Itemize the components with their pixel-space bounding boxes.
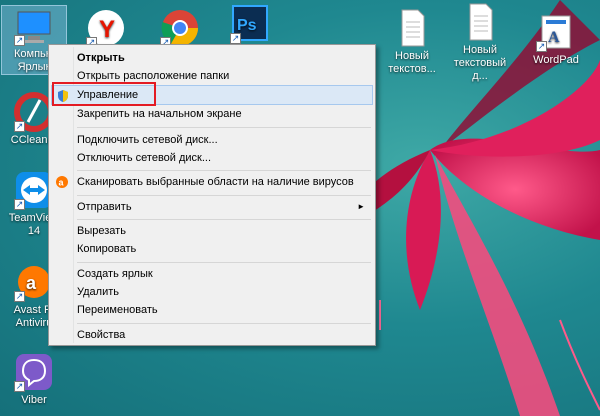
computer-icon: ↗ — [14, 6, 54, 46]
desktop-icon-text-document-1[interactable]: Новый текстов... — [380, 8, 444, 76]
menu-separator — [77, 170, 371, 171]
menu-item-cut[interactable]: Вырезать — [51, 221, 373, 241]
menu-item-copy[interactable]: Копировать — [51, 239, 373, 259]
viber-icon: ↗ — [14, 352, 54, 392]
menu-separator — [77, 323, 371, 324]
menu-item-pin-to-start[interactable]: Закрепить на начальном экране — [51, 104, 373, 124]
desktop-icon-viber[interactable]: ↗ Viber — [2, 352, 66, 407]
svg-text:A: A — [548, 29, 560, 46]
menu-item-create-shortcut[interactable]: Создать ярлык — [51, 264, 373, 284]
menu-item-properties[interactable]: Свойства — [51, 325, 373, 345]
photoshop-icon: Ps ↗ — [230, 4, 270, 44]
svg-text:Y: Y — [99, 16, 115, 43]
menu-separator — [77, 195, 371, 196]
avast-icon: a — [55, 175, 69, 189]
yandex-browser-icon: Y ↗ — [86, 8, 126, 48]
chrome-icon: ↗ — [160, 8, 200, 48]
desktop-icon-text-document-2[interactable]: Новый текстовый д... — [448, 2, 512, 83]
menu-item-delete[interactable]: Удалить — [51, 282, 373, 302]
svg-text:a: a — [26, 273, 37, 293]
menu-item-send-to[interactable]: Отправить ► — [51, 197, 373, 217]
wordpad-icon: A ↗ — [536, 12, 576, 52]
menu-item-map-network-drive[interactable]: Подключить сетевой диск... — [51, 130, 373, 150]
desktop: ↗ Компью Ярлык Y ↗ ↗ Ps ↗ Новый текстов.… — [0, 0, 600, 416]
text-document-icon — [460, 2, 500, 42]
menu-separator — [77, 262, 371, 263]
menu-separator — [77, 127, 371, 128]
menu-item-scan-viruses[interactable]: a Сканировать выбранные области на налич… — [51, 172, 373, 192]
menu-item-open[interactable]: Открыть — [51, 48, 373, 68]
desktop-icon-wordpad[interactable]: A ↗ WordPad — [524, 12, 588, 67]
desktop-icon-photoshop[interactable]: Ps ↗ — [218, 4, 282, 46]
annotation-highlight-box — [52, 82, 156, 106]
menu-separator — [77, 219, 371, 220]
menu-item-rename[interactable]: Переименовать — [51, 300, 373, 320]
submenu-arrow-icon: ► — [357, 202, 365, 211]
menu-item-disconnect-network-drive[interactable]: Отключить сетевой диск... — [51, 148, 373, 168]
text-document-icon — [392, 8, 432, 48]
svg-text:Ps: Ps — [237, 17, 257, 34]
